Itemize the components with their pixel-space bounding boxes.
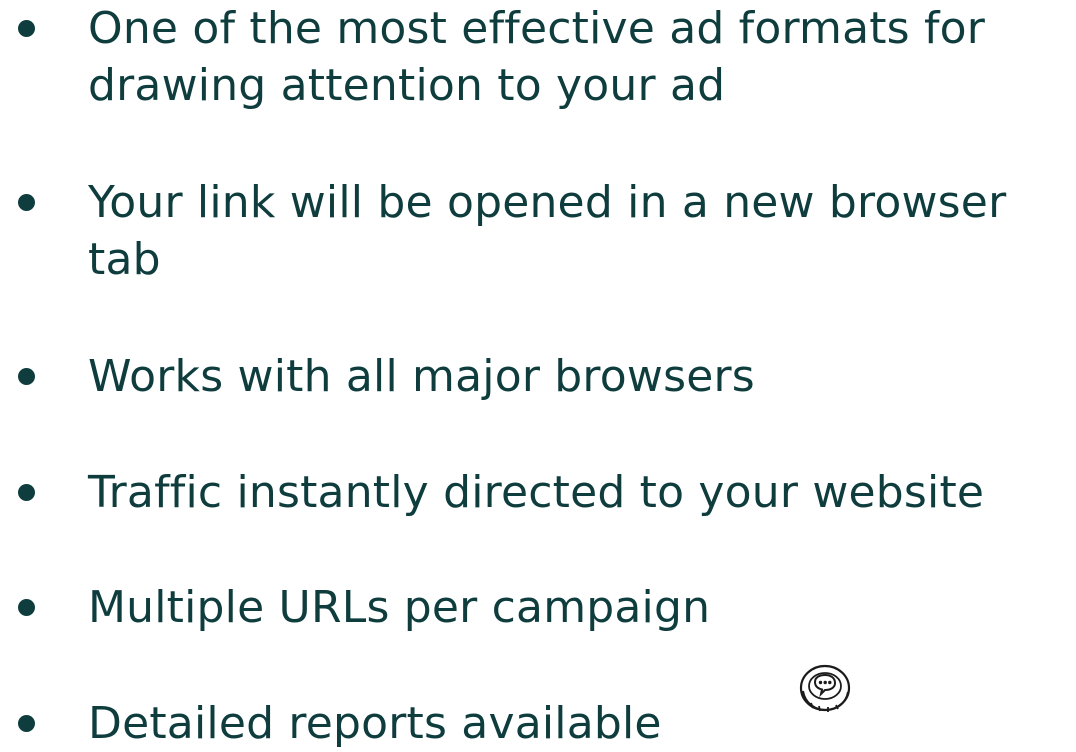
chat-support-badge-icon[interactable] <box>797 661 853 717</box>
feature-item-effective-ad-format: One of the most effective ad formats for… <box>18 0 1058 114</box>
bullet-dot-icon <box>18 715 35 732</box>
feature-text: Works with all major browsers <box>88 351 755 402</box>
feature-list: One of the most effective ad formats for… <box>0 0 1076 750</box>
feature-text: Your link will be opened in a new browse… <box>88 177 1007 285</box>
bullet-dot-icon <box>18 368 35 385</box>
feature-text: Multiple URLs per campaign <box>88 582 711 633</box>
bullet-dot-icon <box>18 599 35 616</box>
bullet-dot-icon <box>18 20 35 37</box>
bullet-dot-icon <box>18 484 35 501</box>
feature-item-multiple-urls: Multiple URLs per campaign <box>18 579 1058 636</box>
feature-item-detailed-reports: Detailed reports available <box>18 695 1058 752</box>
bullet-dot-icon <box>18 194 35 211</box>
feature-item-major-browsers: Works with all major browsers <box>18 348 1058 405</box>
feature-item-instant-traffic: Traffic instantly directed to your websi… <box>18 464 1058 521</box>
feature-text: One of the most effective ad formats for… <box>88 3 986 111</box>
feature-text: Traffic instantly directed to your websi… <box>88 467 985 518</box>
feature-item-new-browser-tab: Your link will be opened in a new browse… <box>18 174 1058 288</box>
feature-text: Detailed reports available <box>88 698 662 749</box>
